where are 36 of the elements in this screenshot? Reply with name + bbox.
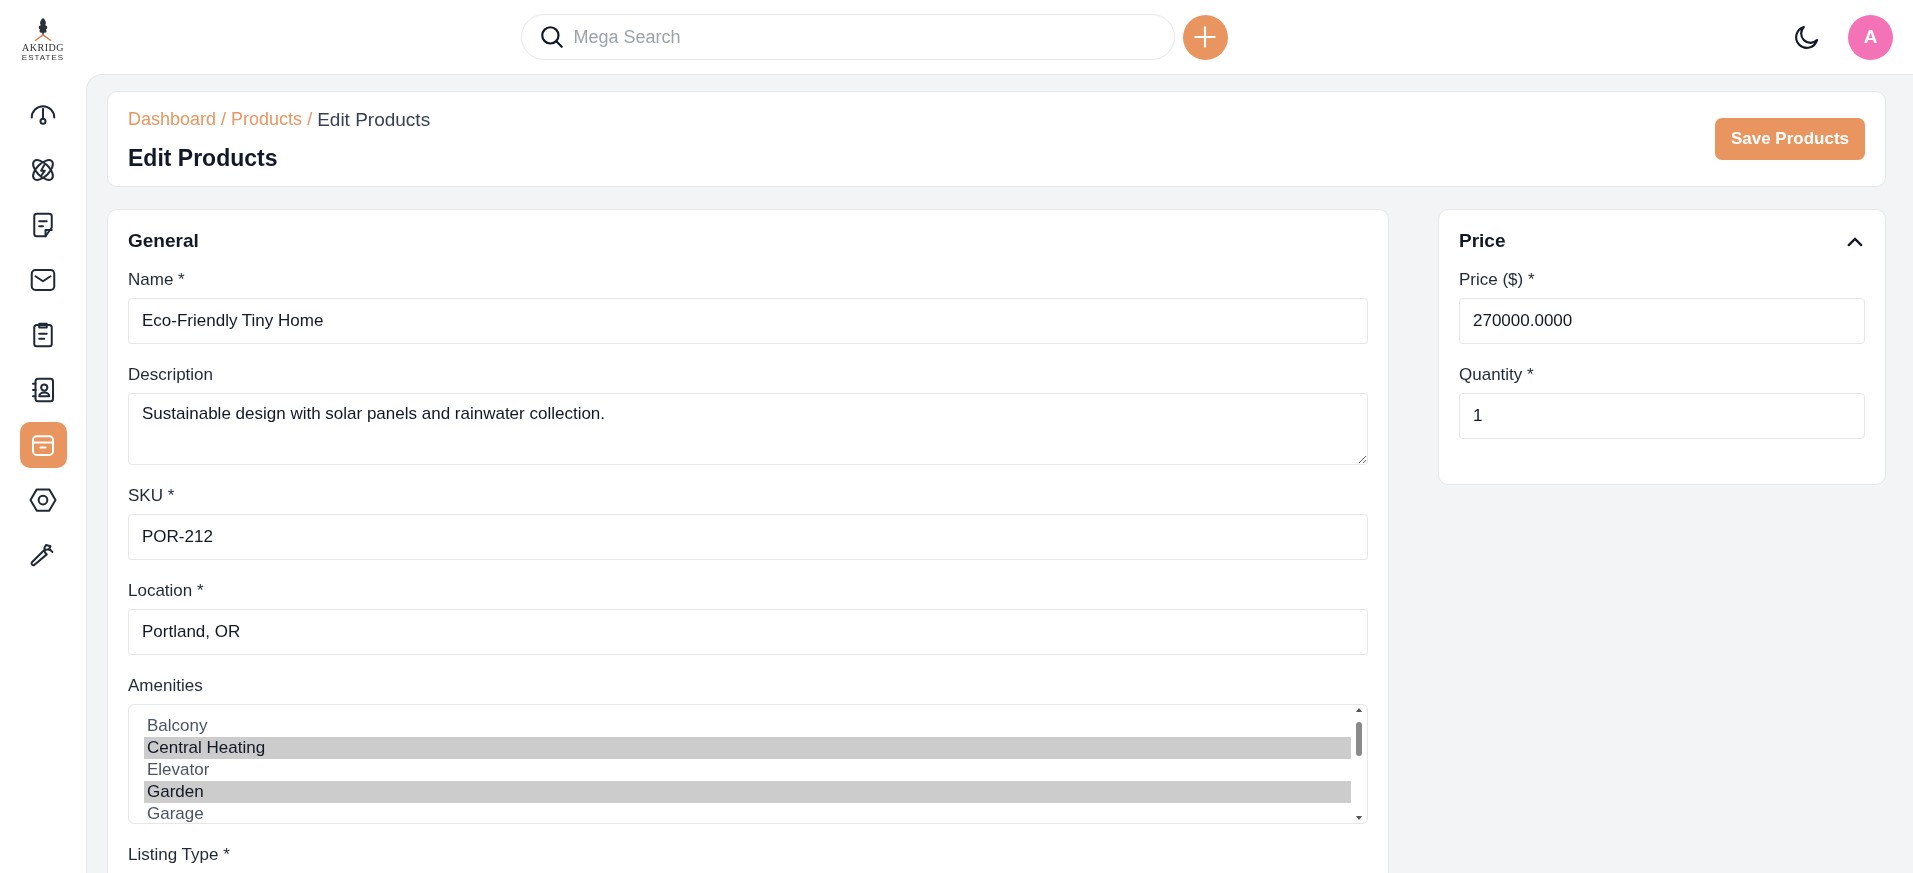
input-field[interactable]: POR-212 [128, 514, 1368, 560]
field-label: SKU * [128, 486, 176, 506]
scroll-thumb[interactable] [1356, 722, 1362, 756]
field-label: Name * [128, 270, 186, 290]
field-label: Listing Type * [128, 845, 231, 865]
breadcrumb-separator: / [307, 108, 313, 131]
list-option[interactable]: Central Heating [144, 737, 1351, 759]
field-label: Price ($) * [1459, 270, 1536, 290]
input-field[interactable]: Portland, OR [128, 609, 1368, 655]
logo-icon [32, 16, 54, 42]
search-field[interactable]: Mega Search [520, 14, 1175, 60]
scroll-up-icon[interactable] [1355, 707, 1363, 713]
textarea-field[interactable]: Sustainable design with solar panels and rainwater collection. [128, 393, 1368, 465]
scroll-down-icon[interactable] [1355, 815, 1363, 821]
input-field[interactable]: Eco-Friendly Tiny Home [128, 298, 1368, 344]
search-icon [538, 24, 565, 50]
logo-tagline: ESTATES [21, 53, 65, 62]
list-option[interactable]: Elevator [144, 759, 1351, 781]
list-option[interactable]: Garage [144, 803, 1351, 823]
breadcrumb-separator: / [221, 108, 227, 131]
list-option[interactable]: Balcony [144, 715, 1351, 737]
field-label: Location * [128, 581, 205, 601]
logo-name: AKRIDG [22, 42, 64, 53]
field-label: Description [128, 365, 215, 385]
hex-nut-icon [28, 485, 58, 515]
list-option[interactable]: Garden [144, 781, 1351, 803]
section-title: General [128, 230, 200, 252]
section-title: Price [1459, 230, 1506, 252]
plus-icon [1192, 24, 1218, 50]
field-label: Amenities [128, 676, 204, 696]
field-label: Quantity * [1459, 365, 1535, 385]
multi-select-list[interactable]: Balcony Central Heating Elevator Garden Garage [128, 704, 1368, 824]
breadcrumb-current: Edit Products [317, 108, 431, 131]
page-title: Edit Products [128, 144, 279, 172]
input-field[interactable]: 1 [1459, 393, 1865, 439]
input-field[interactable]: 270000.0000 [1459, 298, 1865, 344]
